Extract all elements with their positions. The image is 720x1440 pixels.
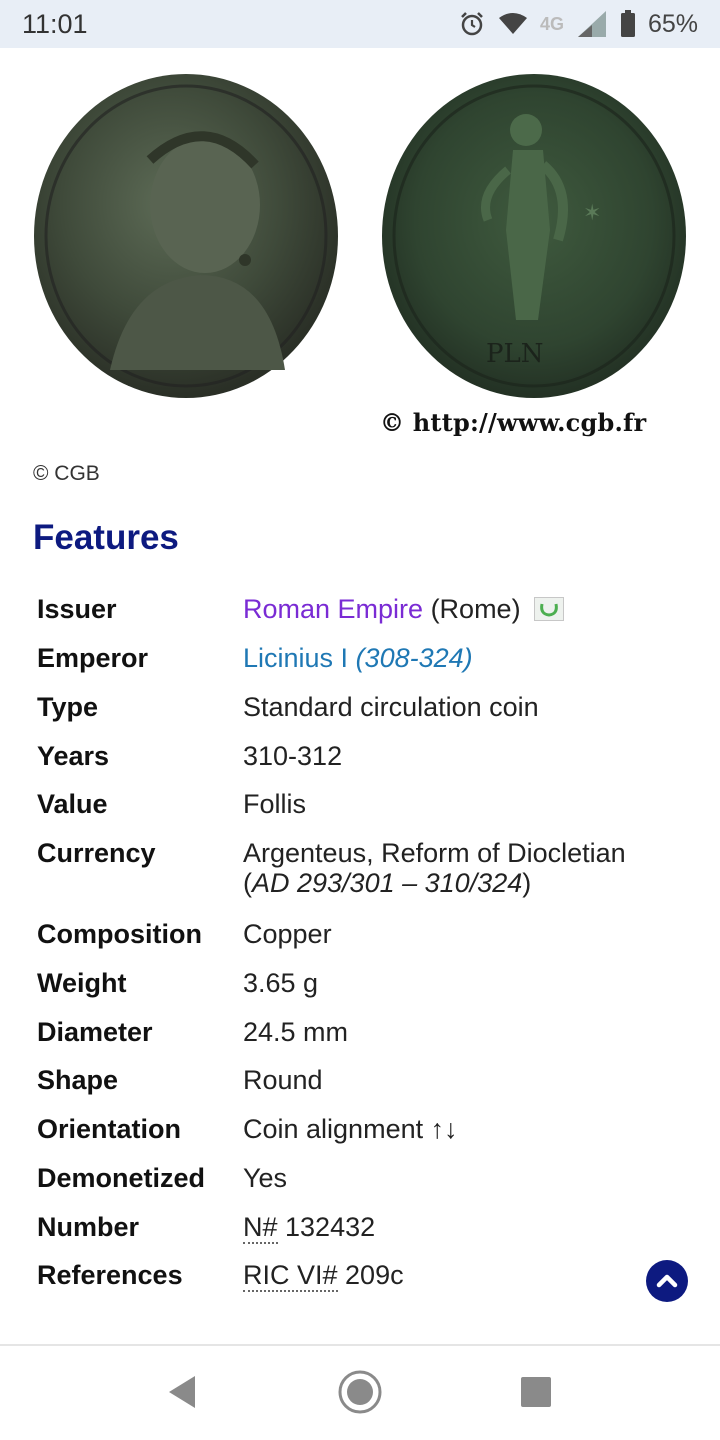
wreath-icon[interactable]	[534, 597, 565, 621]
watermark-text: © http://www.cgb.fr	[380, 408, 647, 437]
table-row: Number N# 132432	[37, 1208, 687, 1256]
table-row: Years 310-312	[37, 737, 687, 785]
feature-value: 3.65 g	[243, 968, 319, 998]
svg-text:PLN: PLN	[486, 339, 544, 369]
feature-label: Shape	[37, 1065, 119, 1095]
feature-value: Yes	[243, 1163, 288, 1193]
feature-label: Diameter	[37, 1017, 153, 1047]
recents-icon	[521, 1377, 551, 1407]
table-row: Value Follis	[37, 785, 687, 834]
back-button[interactable]	[158, 1368, 206, 1416]
feature-label: Currency	[37, 838, 156, 868]
feature-label: Emperor	[37, 643, 149, 673]
table-row: Emperor Licinius I (308-324)	[37, 639, 687, 688]
feature-label: Value	[37, 789, 108, 819]
wifi-icon	[498, 12, 528, 36]
table-row: Diameter 24.5 mm	[37, 1013, 687, 1061]
issuer-link[interactable]: Roman Empire	[243, 594, 423, 624]
status-icons: 4G 65%	[458, 9, 698, 39]
recents-button[interactable]	[512, 1368, 560, 1416]
alarm-icon	[458, 10, 486, 38]
table-row: Type Standard circulation coin	[37, 688, 687, 737]
reference-value: 209c	[337, 1260, 404, 1290]
feature-label: Composition	[37, 919, 202, 949]
table-row: Demonetized Yes	[37, 1159, 687, 1208]
reference-abbr[interactable]: RIC VI#	[243, 1260, 338, 1292]
home-button[interactable]	[336, 1368, 384, 1416]
battery-percent: 65%	[647, 9, 698, 38]
coin-obverse-image[interactable]	[30, 70, 342, 402]
home-icon	[338, 1370, 382, 1414]
scroll-to-top-button[interactable]	[646, 1260, 688, 1302]
emperor-reign[interactable]: (308-324)	[356, 643, 473, 673]
currency-name: Argenteus, Reform of Diocletian	[243, 838, 626, 868]
coin-reverse-image[interactable]: ✶ PLN	[378, 70, 690, 402]
table-row: Issuer Roman Empire (Rome)	[37, 590, 687, 639]
table-row: References RIC VI# 209c	[37, 1256, 687, 1305]
table-row: Weight 3.65 g	[37, 964, 687, 1013]
table-row: Shape Round	[37, 1061, 687, 1110]
features-heading: Features	[33, 518, 179, 557]
table-row: Orientation Coin alignment ↑↓	[37, 1110, 687, 1159]
emperor-link[interactable]: Licinius I (308-324)	[243, 639, 687, 677]
feature-value: Round	[243, 1065, 323, 1095]
feature-label: Orientation	[37, 1114, 182, 1144]
currency-dates: AD 293/301 – 310/324	[252, 868, 523, 898]
currency-period: (AD 293/301 – 310/324)	[243, 868, 687, 898]
feature-value: RIC VI# 209c	[243, 1256, 687, 1294]
feature-label: Number	[37, 1212, 140, 1242]
battery-icon	[620, 10, 636, 38]
feature-label: Demonetized	[37, 1163, 206, 1193]
navigation-bar	[0, 1346, 720, 1440]
features-table: Issuer Roman Empire (Rome) Emperor Licin…	[37, 590, 687, 1305]
feature-value: Argenteus, Reform of Diocletian (AD 293/…	[243, 834, 687, 898]
back-icon	[169, 1376, 195, 1408]
chevron-up-icon	[656, 1274, 678, 1288]
table-row: Composition Copper	[37, 915, 687, 964]
signal-icon	[576, 9, 608, 39]
coin-images: ✶ PLN © http://www.cgb.fr © CGB	[0, 48, 720, 485]
feature-label: References	[37, 1260, 183, 1290]
feature-label: Type	[37, 692, 99, 722]
feature-label: Years	[37, 741, 110, 771]
feature-value: N# 132432	[243, 1208, 687, 1246]
table-row: Currency Argenteus, Reform of Diocletian…	[37, 834, 687, 915]
number-value: 132432	[277, 1212, 376, 1242]
feature-value: 24.5 mm	[243, 1017, 349, 1047]
feature-value: 310-312	[243, 741, 343, 771]
feature-label: Issuer	[37, 594, 117, 624]
feature-value: Follis	[243, 789, 307, 819]
paren-close: )	[522, 868, 532, 898]
status-time: 11:01	[22, 8, 88, 39]
issuer-city: (Rome)	[423, 594, 521, 624]
emperor-name[interactable]: Licinius I	[243, 643, 348, 673]
number-abbr[interactable]: N#	[243, 1212, 278, 1244]
image-credit: © CGB	[33, 462, 100, 485]
feature-value: Roman Empire (Rome)	[243, 590, 687, 628]
feature-value: Standard circulation coin	[243, 692, 539, 722]
status-bar: 11:01 4G 65%	[0, 0, 720, 48]
feature-value: Copper	[243, 919, 332, 949]
paren-open: (	[243, 868, 252, 898]
network-4g-icon: 4G	[539, 13, 564, 34]
svg-text:✶: ✶	[583, 201, 601, 226]
feature-value: Coin alignment ↑↓	[243, 1114, 458, 1144]
feature-label: Weight	[37, 968, 127, 998]
